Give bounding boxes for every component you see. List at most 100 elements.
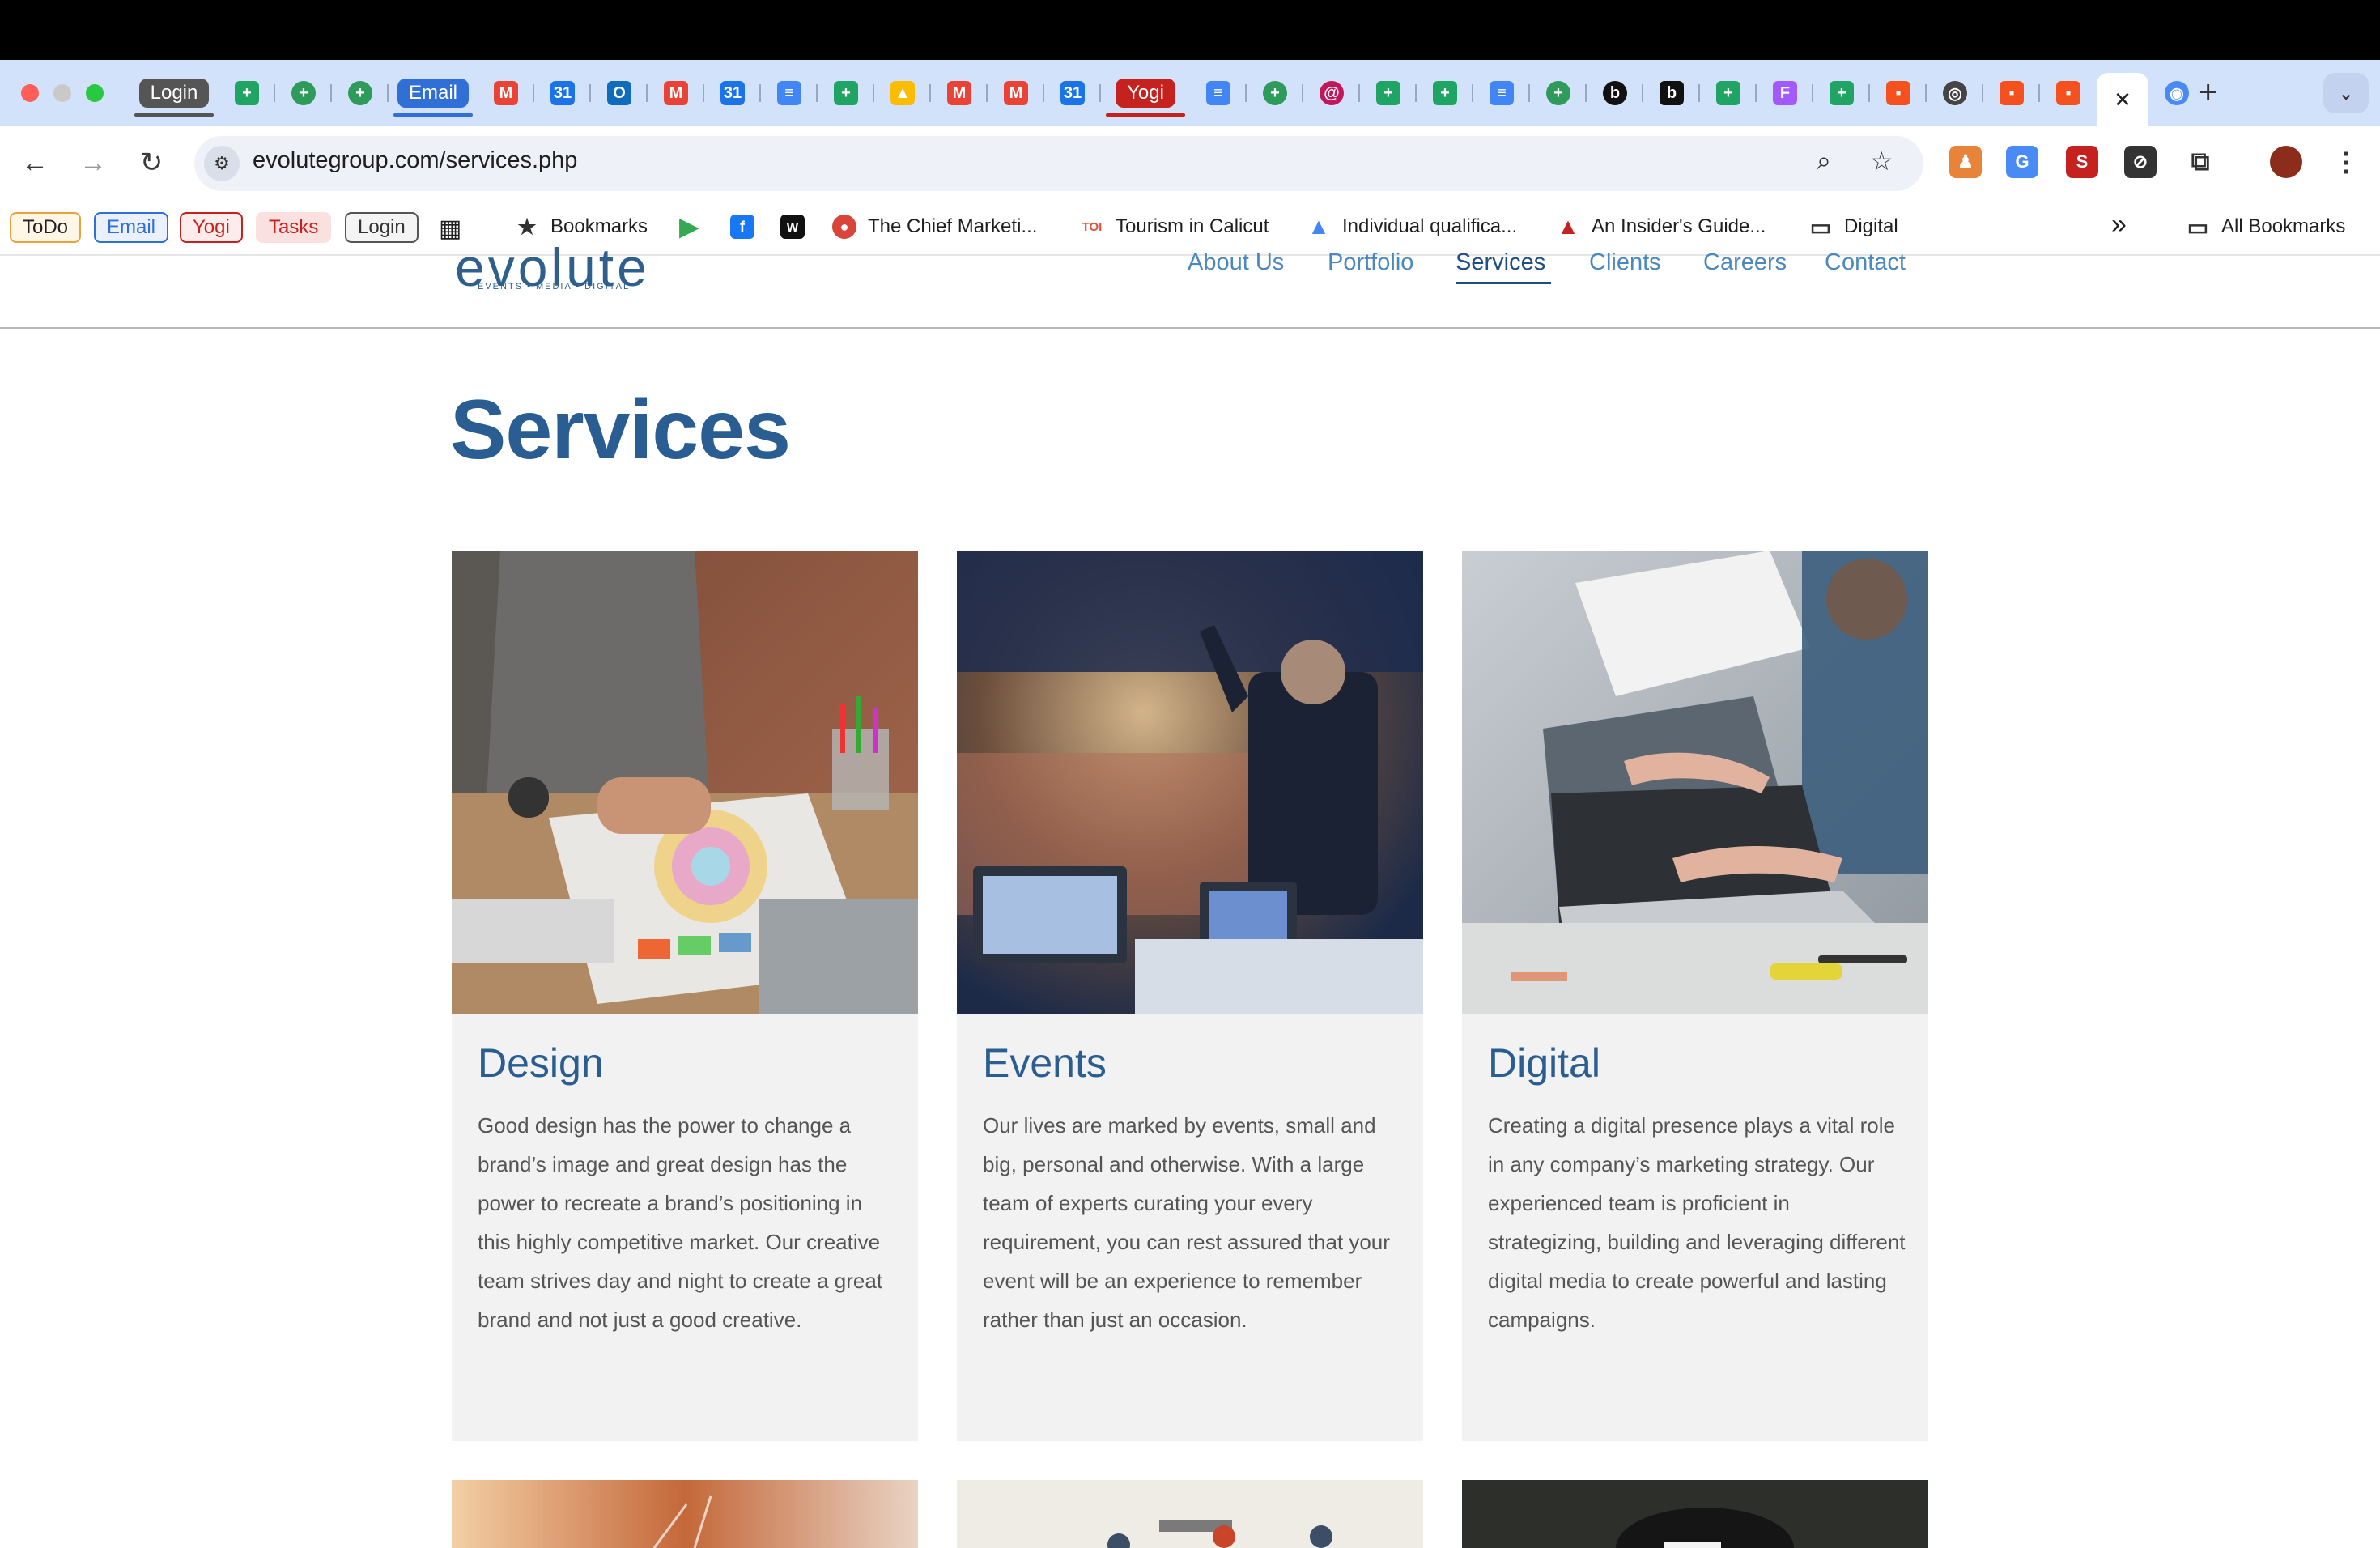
extensions-puzzle-icon[interactable]: ⧉ bbox=[2184, 146, 2216, 178]
nav-portfolio[interactable]: Portfolio bbox=[1328, 249, 1413, 276]
bookmark-login[interactable]: Login bbox=[345, 212, 419, 243]
nav-services[interactable]: Services bbox=[1456, 249, 1545, 276]
puzzle-icon: ▪ bbox=[2056, 81, 2080, 105]
tab-gmail[interactable]: M bbox=[478, 73, 534, 113]
tab-sheets-6[interactable]: + bbox=[1813, 73, 1870, 113]
tab-sheets-5[interactable]: + bbox=[1700, 73, 1757, 113]
tab-calendar-2[interactable]: 31 bbox=[704, 73, 761, 113]
tab-docs-2[interactable]: ≡ bbox=[1190, 73, 1247, 113]
bookmark-yogi[interactable]: Yogi bbox=[180, 212, 243, 243]
more-menu-icon[interactable]: ⋮ bbox=[2330, 146, 2362, 178]
extension-person-icon[interactable]: ♟ bbox=[1949, 146, 1982, 178]
service-card-image-partial-3[interactable] bbox=[1462, 1480, 1928, 1548]
bookmark-individual[interactable]: ▲ Individual qualifica... bbox=[1307, 214, 1517, 239]
tab-outlook[interactable]: O bbox=[591, 73, 648, 113]
service-card-design[interactable]: Design Good design has the power to chan… bbox=[452, 551, 918, 1441]
tab-gmail-2[interactable]: M bbox=[648, 73, 704, 113]
minimize-window-button[interactable] bbox=[53, 84, 71, 102]
close-window-button[interactable] bbox=[21, 84, 39, 102]
sheets-icon: + bbox=[834, 81, 858, 105]
tab-email[interactable]: Email bbox=[389, 73, 478, 117]
bookmark-star-icon[interactable]: ☆ bbox=[1870, 146, 1893, 176]
plus-circle-icon: + bbox=[291, 81, 316, 105]
more-bookmarks-icon[interactable]: » bbox=[2111, 209, 2127, 240]
tab-last[interactable]: ◉ bbox=[2148, 73, 2205, 113]
tab-orange-1[interactable]: ▪ bbox=[1870, 73, 1927, 113]
bookmark-tasks[interactable]: Tasks bbox=[256, 212, 332, 243]
tab-gmail-4[interactable]: M bbox=[988, 73, 1044, 113]
tab-sheets-2[interactable]: + bbox=[818, 73, 874, 113]
tab-orange-2[interactable]: ▪ bbox=[1983, 73, 2040, 113]
bookmark-email[interactable]: Email bbox=[94, 212, 169, 243]
nav-careers[interactable]: Careers bbox=[1703, 249, 1787, 276]
service-card-image-partial-1[interactable] bbox=[452, 1480, 918, 1548]
nav-contact[interactable]: Contact bbox=[1825, 249, 1906, 276]
tab-extension-3[interactable]: + bbox=[1247, 73, 1303, 113]
facebook-icon[interactable]: f bbox=[730, 215, 766, 239]
service-card-events[interactable]: Events Our lives are marked by events, s… bbox=[957, 551, 1423, 1441]
brand-w-icon[interactable]: w bbox=[780, 215, 816, 239]
zoom-icon[interactable]: ⌕ bbox=[1817, 146, 1831, 176]
tab-drive[interactable]: ▲ bbox=[874, 73, 931, 113]
bookmark-todo[interactable]: ToDo bbox=[10, 212, 82, 243]
nav-clients[interactable]: Clients bbox=[1589, 249, 1661, 276]
tab-active-evolute[interactable]: ✕ bbox=[2097, 73, 2148, 126]
close-tab-icon[interactable]: ✕ bbox=[2114, 87, 2131, 113]
gmail-icon: M bbox=[1004, 81, 1028, 105]
calendar-icon: 31 bbox=[1060, 81, 1085, 105]
puzzle-icon: ▪ bbox=[1886, 81, 1910, 105]
bookmark-tourism[interactable]: TOI Tourism in Calicut bbox=[1080, 215, 1269, 239]
tab-docs[interactable]: ≡ bbox=[761, 73, 818, 113]
tab-yogi-pill: Yogi bbox=[1116, 79, 1175, 108]
service-card-digital[interactable]: Digital Creating a digital presence play… bbox=[1462, 551, 1928, 1441]
seo-icon[interactable]: S bbox=[2066, 146, 2098, 178]
translate-icon[interactable]: G bbox=[2006, 146, 2038, 178]
bookmark-insider[interactable]: ▲ An Insider's Guide... bbox=[1556, 214, 1766, 239]
sheets-icon: + bbox=[1433, 81, 1457, 105]
back-icon[interactable]: ← bbox=[16, 144, 53, 181]
forward-icon[interactable]: → bbox=[74, 144, 112, 181]
reload-icon[interactable]: ↻ bbox=[133, 144, 170, 181]
tab-extension-5[interactable]: + bbox=[1530, 73, 1587, 113]
system-top-bar bbox=[0, 0, 2380, 60]
service-card-image-partial-2[interactable] bbox=[957, 1480, 1423, 1548]
nav-about-us[interactable]: About Us bbox=[1188, 249, 1284, 276]
tab-extension[interactable]: + bbox=[275, 73, 332, 113]
tab-sheets[interactable]: + bbox=[219, 73, 275, 113]
tab-calendar[interactable]: 31 bbox=[534, 73, 591, 113]
tab-extension-2[interactable]: + bbox=[332, 73, 389, 113]
bookmark-bookmarks[interactable]: ★ Bookmarks bbox=[515, 215, 648, 239]
block-icon[interactable]: ⊘ bbox=[2124, 146, 2157, 178]
card-description: Our lives are marked by events, small an… bbox=[983, 1113, 1390, 1332]
card-title: Design bbox=[478, 1040, 604, 1086]
tab-figma[interactable]: F bbox=[1757, 73, 1813, 113]
all-bookmarks[interactable]: ▭ All Bookmarks bbox=[2186, 214, 2346, 240]
url-text[interactable]: evolutegroup.com/services.php bbox=[253, 147, 577, 174]
tab-dark-1[interactable]: b bbox=[1587, 73, 1643, 113]
tab-login[interactable]: Login bbox=[130, 73, 219, 117]
tab-extension-4[interactable]: @ bbox=[1303, 73, 1360, 113]
tab-orange-3[interactable]: ▪ bbox=[2040, 73, 2097, 113]
tab-calendar-3[interactable]: 31 bbox=[1044, 73, 1101, 113]
tab-sheets-4[interactable]: + bbox=[1417, 73, 1473, 113]
tab-docs-3[interactable]: ≡ bbox=[1473, 73, 1530, 113]
new-tab-button[interactable]: + bbox=[2199, 74, 2217, 111]
play-store-icon[interactable]: ▶ bbox=[677, 214, 712, 240]
tab-yogi[interactable]: Yogi bbox=[1101, 73, 1190, 117]
calendar-icon: 31 bbox=[550, 81, 575, 105]
tab-globe[interactable]: ◎ bbox=[1927, 73, 1983, 113]
tab-search-button[interactable]: ⌄ bbox=[2323, 73, 2369, 113]
card-title: Events bbox=[983, 1040, 1107, 1086]
folder-icon: ▭ bbox=[2187, 214, 2209, 240]
maximize-window-button[interactable] bbox=[86, 84, 104, 102]
bookmark-digital-folder[interactable]: ▭ Digital bbox=[1808, 214, 1898, 240]
site-info-icon[interactable]: ⚙ bbox=[204, 146, 240, 181]
plus-circle-icon: + bbox=[1546, 81, 1570, 105]
tab-gmail-3[interactable]: M bbox=[931, 73, 988, 113]
bookmark-chief[interactable]: ● The Chief Marketi... bbox=[832, 215, 1037, 239]
tab-login-pill: Login bbox=[138, 79, 210, 108]
folder-icon: ▭ bbox=[1809, 214, 1832, 240]
tab-dark-2[interactable]: b bbox=[1643, 73, 1700, 113]
tab-sheets-3[interactable]: + bbox=[1360, 73, 1417, 113]
profile-avatar[interactable] bbox=[2270, 146, 2302, 178]
